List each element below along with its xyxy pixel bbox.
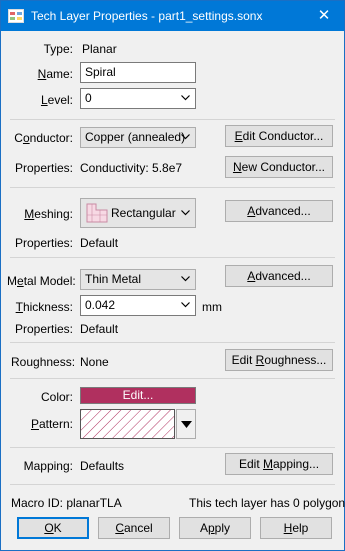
color-edit-button[interactable]: Edit... xyxy=(80,387,196,404)
metal-model-select[interactable]: Thin Metal xyxy=(80,269,196,290)
type-label: Type: xyxy=(43,42,73,56)
cancel-button[interactable]: Cancel xyxy=(98,517,170,539)
hatch-pattern-icon xyxy=(81,410,174,438)
title-bar[interactable]: Tech Layer Properties - part1_settings.s… xyxy=(1,1,344,31)
name-label: Name: xyxy=(37,67,73,81)
divider xyxy=(10,119,335,120)
divider xyxy=(10,447,335,448)
conductor-label: Conductor: xyxy=(14,131,73,145)
metal-properties-label: Properties: xyxy=(14,322,73,336)
level-select[interactable]: 0 xyxy=(80,88,196,109)
metal-advanced-button[interactable]: Advanced... xyxy=(225,265,333,287)
close-icon[interactable]: ✕ xyxy=(304,1,344,31)
help-button[interactable]: Help xyxy=(260,517,332,539)
new-conductor-button[interactable]: New Conductor... xyxy=(225,156,333,178)
divider xyxy=(10,378,335,379)
divider xyxy=(10,484,335,485)
meshing-properties-label: Properties: xyxy=(14,236,73,250)
mesh-icon xyxy=(86,203,108,223)
conductor-select[interactable]: Copper (annealed) xyxy=(80,127,196,148)
ok-button[interactable]: OK xyxy=(17,517,89,539)
edit-conductor-button[interactable]: Edit Conductor... xyxy=(225,125,333,147)
level-label: Level: xyxy=(40,93,73,107)
thickness-unit: mm xyxy=(202,300,222,314)
chevron-down-icon xyxy=(181,134,190,140)
edit-mapping-button[interactable]: Edit Mapping... xyxy=(225,453,333,475)
apply-button[interactable]: Apply xyxy=(179,517,251,539)
edit-roughness-button[interactable]: Edit Roughness... xyxy=(225,349,333,371)
chevron-down-icon xyxy=(181,210,190,216)
meshing-label: Meshing: xyxy=(24,207,73,221)
meshing-properties-value: Default xyxy=(80,236,119,250)
window-title: Tech Layer Properties - part1_settings.s… xyxy=(31,9,263,23)
meshing-advanced-button[interactable]: Advanced... xyxy=(225,200,333,222)
thickness-value: 0.042 xyxy=(85,298,116,312)
type-value: Planar xyxy=(82,42,117,56)
conductor-properties-label: Properties: xyxy=(14,161,73,175)
conductor-value: Copper (annealed) xyxy=(85,130,186,144)
mapping-value: Defaults xyxy=(80,459,125,473)
roughness-value: None xyxy=(80,355,109,369)
divider xyxy=(10,342,335,343)
conductor-properties-value: Conductivity: 5.8e7 xyxy=(80,161,183,175)
divider xyxy=(10,257,335,258)
thickness-input[interactable]: 0.042 xyxy=(80,295,196,316)
polygon-count: This tech layer has 0 polygons xyxy=(189,496,345,510)
thickness-label: Thickness: xyxy=(15,300,73,314)
divider xyxy=(10,187,335,188)
meshing-value: Rectangular xyxy=(111,206,176,220)
chevron-down-icon xyxy=(181,302,190,308)
pattern-label: Pattern: xyxy=(30,417,73,431)
name-input[interactable]: Spiral xyxy=(80,62,196,83)
metal-model-label: Metal Model: xyxy=(7,274,76,288)
meshing-select[interactable]: Rectangular xyxy=(80,198,196,228)
chevron-down-icon xyxy=(181,95,190,101)
macro-id: Macro ID: planarTLA xyxy=(11,496,122,510)
chevron-down-icon xyxy=(181,276,190,282)
mapping-label: Mapping: xyxy=(23,459,73,473)
level-value: 0 xyxy=(85,91,92,105)
pattern-swatch[interactable] xyxy=(80,409,175,439)
layers-icon xyxy=(8,9,24,23)
color-label: Color: xyxy=(40,390,73,404)
dialog-window: Tech Layer Properties - part1_settings.s… xyxy=(0,0,345,551)
metal-model-value: Thin Metal xyxy=(85,272,142,286)
roughness-label: Roughness: xyxy=(11,355,76,369)
metal-properties-value: Default xyxy=(80,322,119,336)
triangle-down-icon xyxy=(181,421,192,428)
pattern-dropdown-button[interactable] xyxy=(176,409,196,439)
